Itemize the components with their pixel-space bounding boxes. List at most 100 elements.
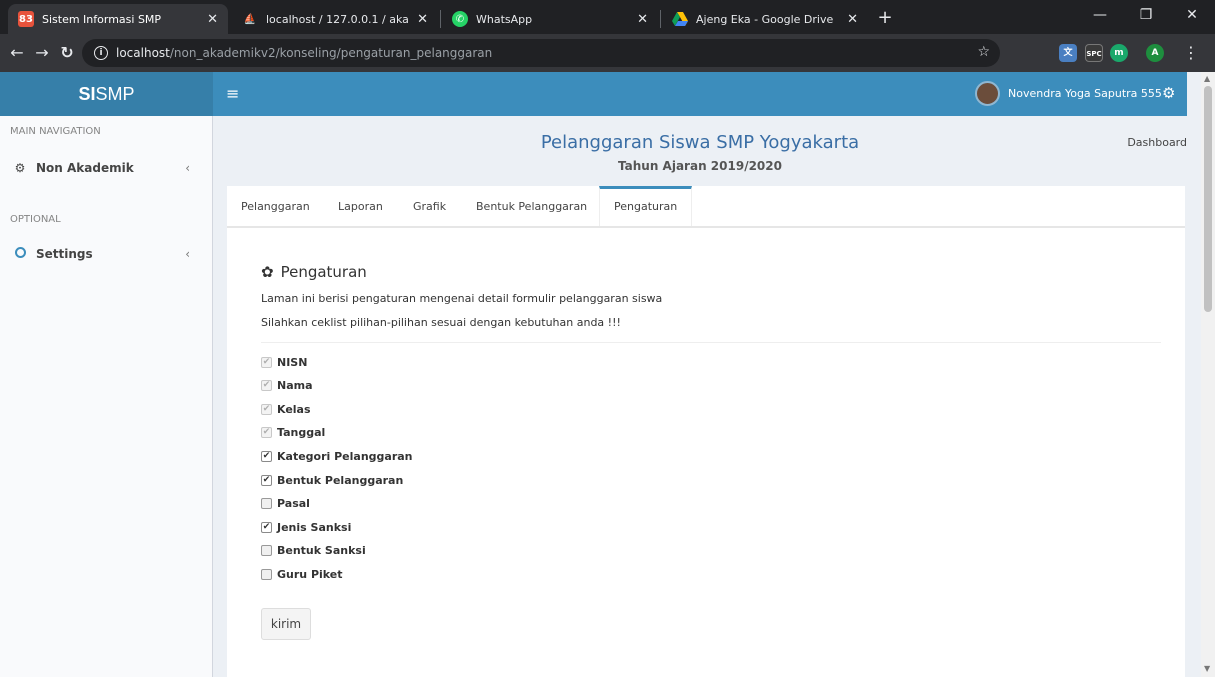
back-button[interactable]: ← <box>6 42 28 64</box>
tab-pelanggaran[interactable]: Pelanggaran <box>227 186 324 226</box>
scroll-down-icon[interactable]: ▼ <box>1204 664 1210 673</box>
logo-bold: SI <box>78 84 96 104</box>
gear-icon: ✿ <box>261 263 274 281</box>
checkbox[interactable]: ✔ <box>261 521 272 533</box>
sidebar-item-settings[interactable]: Settings ‹ <box>12 244 202 264</box>
profile-avatar[interactable]: A <box>1146 44 1164 62</box>
browser-tab-sismp[interactable]: 83 Sistem Informasi SMP ✕ <box>8 4 228 34</box>
close-window-button[interactable]: ✕ <box>1169 0 1215 34</box>
content-wrapper: Pelanggaran Siswa SMP Yogyakarta Tahun A… <box>213 116 1187 677</box>
kirim-button[interactable]: kirim <box>261 608 311 640</box>
option-nama: ✔ Nama <box>261 378 313 394</box>
browser-tab-title: WhatsApp <box>476 12 533 26</box>
option-bentuk-sanksi[interactable]: Bentuk Sanksi <box>261 543 366 559</box>
tab-separator <box>660 10 661 28</box>
bookmark-star-icon[interactable]: ☆ <box>977 44 990 60</box>
browser-menu-icon[interactable]: ⋮ <box>1180 42 1202 64</box>
option-nisn: ✔ NISN <box>261 354 307 370</box>
browser-tab-whatsapp[interactable]: ✆ WhatsApp ✕ <box>442 4 658 34</box>
maximize-button[interactable]: ❐ <box>1123 0 1169 34</box>
browser-tab-phpmyadmin[interactable]: ⛵ localhost / 127.0.0.1 / akademik ✕ <box>232 4 438 34</box>
cast-extension-icon[interactable]: SPC <box>1085 44 1103 62</box>
close-icon[interactable]: ✕ <box>847 12 858 27</box>
extension-m-icon[interactable]: m <box>1110 44 1128 62</box>
tab-grafik[interactable]: Grafik <box>399 186 460 226</box>
browser-tabstrip: 83 Sistem Informasi SMP ✕ ⛵ localhost / … <box>0 0 1215 34</box>
tab-bentuk-pelanggaran[interactable]: Bentuk Pelanggaran <box>462 186 601 226</box>
checkbox: ✔ <box>261 427 272 439</box>
option-guru-piket[interactable]: Guru Piket <box>261 566 343 582</box>
checkbox-label: Tanggal <box>277 426 326 440</box>
close-icon[interactable]: ✕ <box>207 12 218 27</box>
sismp-favicon-icon: 83 <box>18 11 34 27</box>
app-logo[interactable]: SISMP <box>0 72 213 116</box>
tab-pengaturan[interactable]: Pengaturan <box>599 186 693 226</box>
chevron-left-icon: ‹ <box>185 247 190 261</box>
forward-button[interactable]: → <box>31 42 53 64</box>
minimize-button[interactable]: — <box>1077 0 1123 34</box>
phpmyadmin-favicon-icon: ⛵ <box>243 13 257 25</box>
checkbox-label: Bentuk Sanksi <box>277 544 366 558</box>
option-bentuk-pelanggaran[interactable]: ✔ Bentuk Pelanggaran <box>261 472 403 488</box>
sidebar-item-label: Non Akademik <box>36 161 134 175</box>
sidebar-header-main: MAIN NAVIGATION <box>10 126 101 137</box>
checkbox: ✔ <box>261 380 272 392</box>
panel-description-1: Laman ini berisi pengaturan mengenai det… <box>261 292 663 305</box>
page-subtitle: Tahun Ajaran 2019/2020 <box>618 159 782 173</box>
breadcrumb-dashboard[interactable]: Dashboard <box>1127 136 1187 149</box>
info-icon[interactable]: i <box>94 46 108 60</box>
user-name[interactable]: Novendra Yoga Saputra 555 <box>1008 87 1162 100</box>
chevron-left-icon: ‹ <box>185 161 190 175</box>
checkbox-label: Nama <box>277 379 313 393</box>
tab-separator <box>440 10 441 28</box>
dashboard-icon: ⚙ <box>14 161 26 175</box>
option-pasal[interactable]: Pasal <box>261 496 310 512</box>
checkbox-label: Jenis Sanksi <box>277 520 352 534</box>
page-title: Pelanggaran Siswa SMP Yogyakarta <box>540 132 860 153</box>
scrollbar-thumb[interactable] <box>1204 86 1212 312</box>
checkbox[interactable]: ✔ <box>261 474 272 486</box>
checkbox[interactable] <box>261 568 272 580</box>
sidebar-item-label: Settings <box>36 247 93 261</box>
checkbox[interactable]: ✔ <box>261 450 272 462</box>
sidebar-item-non-akademik[interactable]: ⚙ Non Akademik ‹ <box>12 158 202 178</box>
sidebar-header-optional: OPTIONAL <box>10 214 61 225</box>
checkbox[interactable] <box>261 545 272 557</box>
page-scrollbar[interactable]: ▲ ▼ <box>1201 72 1215 677</box>
address-bar[interactable]: i localhost /non_akademikv2/konseling/pe… <box>82 39 1000 67</box>
browser-toolbar: ← → ↻ i localhost /non_akademikv2/konsel… <box>0 34 1215 72</box>
checkbox-label: Kategori Pelanggaran <box>277 449 413 463</box>
divider <box>261 342 1161 343</box>
url-host: localhost <box>116 46 170 60</box>
tab-laporan[interactable]: Laporan <box>324 186 397 226</box>
browser-tab-title: Sistem Informasi SMP <box>42 12 162 26</box>
translate-extension-icon[interactable]: 文 <box>1059 44 1077 62</box>
checkbox-label: Bentuk Pelanggaran <box>277 473 404 487</box>
option-jenis-sanksi[interactable]: ✔ Jenis Sanksi <box>261 519 351 535</box>
panel-heading: ✿ Pengaturan <box>261 263 367 281</box>
checkbox: ✔ <box>261 403 272 415</box>
new-tab-button[interactable]: + <box>873 6 897 30</box>
content-tabs: Pelanggaran Laporan Grafik Bentuk Pelang… <box>227 186 1185 228</box>
close-icon[interactable]: ✕ <box>417 12 428 27</box>
logo-rest: SMP <box>95 84 135 104</box>
cogs-icon[interactable]: ⚙ <box>1162 84 1175 102</box>
scroll-up-icon[interactable]: ▲ <box>1204 74 1210 83</box>
option-kategori-pelanggaran[interactable]: ✔ Kategori Pelanggaran <box>261 448 413 464</box>
top-navbar: ≡ Novendra Yoga Saputra 555 ⚙ <box>213 72 1187 116</box>
checkbox-label: Kelas <box>277 402 311 416</box>
settings-panel: ✿ Pengaturan Laman ini berisi pengaturan… <box>227 228 1185 677</box>
browser-tab-title: Ajeng Eka - Google Drive <box>696 12 834 26</box>
url-path: /non_akademikv2/konseling/pengaturan_pel… <box>169 46 493 60</box>
checkbox: ✔ <box>261 356 272 368</box>
checkbox-label: Pasal <box>277 497 310 511</box>
option-tanggal: ✔ Tanggal <box>261 425 325 441</box>
circle-icon <box>12 247 28 261</box>
browser-tab-google-drive[interactable]: Ajeng Eka - Google Drive ✕ <box>662 4 868 34</box>
checkbox[interactable] <box>261 498 272 510</box>
option-kelas: ✔ Kelas <box>261 401 311 417</box>
close-icon[interactable]: ✕ <box>637 12 648 27</box>
user-avatar[interactable] <box>975 81 1000 106</box>
sidebar-toggle-icon[interactable]: ≡ <box>226 84 239 103</box>
reload-button[interactable]: ↻ <box>56 42 78 64</box>
